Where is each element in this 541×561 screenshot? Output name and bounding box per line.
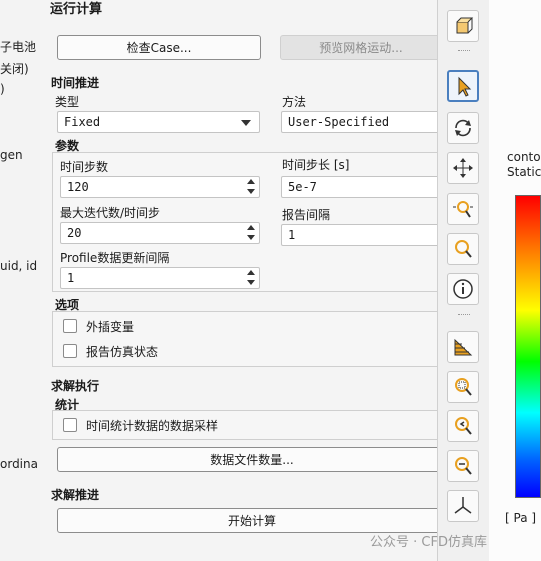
time-step-size-input[interactable]: 5e-7: [281, 176, 437, 198]
tree-fragment[interactable]: gen: [0, 148, 23, 162]
profile-update-interval-label: Profile数据更新间隔: [60, 251, 170, 265]
time-step-size-value: 5e-7: [288, 180, 317, 194]
cube-view-icon: [456, 17, 474, 34]
view-cube-button[interactable]: [447, 10, 479, 42]
method-value: User-Specified: [288, 115, 390, 129]
colorbar-unit-label: [ Pa ]: [505, 511, 537, 525]
select-pointer-button[interactable]: [447, 70, 479, 102]
report-interval-value: 1: [288, 228, 296, 242]
panel-title: 运行计算: [50, 2, 103, 17]
spinner-arrows-icon[interactable]: [245, 224, 257, 242]
preview-mesh-motion-button[interactable]: 预览网格运动...: [280, 35, 437, 60]
method-dropdown[interactable]: User-Specified: [281, 111, 437, 133]
zoom-out-button[interactable]: [447, 450, 479, 482]
pointer-arrow-icon: [458, 76, 472, 97]
calculate-button[interactable]: 开始计算: [57, 508, 437, 533]
run-calculation-panel: 运行计算 检查Case... 预览网格运动... 时间推进 类型 Fixed 方…: [40, 0, 437, 561]
report-simulation-status-label: 报告仿真状态: [86, 345, 159, 359]
data-sampling-checkbox[interactable]: [63, 418, 77, 432]
data-file-quantities-button[interactable]: 数据文件数量...: [57, 447, 437, 472]
data-sampling-label: 时间统计数据的数据采样: [86, 419, 219, 433]
zoom-box-icon: [455, 378, 472, 396]
tree-fragment[interactable]: 关闭): [0, 60, 29, 77]
axes-icon: [454, 497, 472, 514]
zoom-out-icon: [455, 457, 472, 475]
contour-variable: Static: [507, 165, 541, 179]
tree-fragment[interactable]: uid, id: [0, 259, 37, 273]
zoom-back-icon: [455, 417, 472, 435]
report-simulation-status-checkbox[interactable]: [63, 344, 77, 358]
fit-window-icon: [454, 338, 473, 356]
tree-fragment[interactable]: 子电池: [0, 38, 36, 55]
tree-fragment[interactable]: ordina: [0, 457, 38, 471]
report-interval-label: 报告间隔: [282, 208, 331, 222]
chevron-down-icon: [241, 120, 251, 126]
profile-update-interval-input[interactable]: 1: [60, 267, 260, 289]
time-steps-value: 120: [67, 180, 89, 194]
rotate-view-button[interactable]: [447, 112, 479, 144]
check-case-button[interactable]: 检查Case...: [57, 35, 261, 60]
tree-fragment[interactable]: ): [0, 82, 5, 96]
contour-title: conto: [507, 150, 541, 164]
graphics-viewport[interactable]: conto Static [ Pa ]: [489, 0, 541, 561]
spinner-arrows-icon[interactable]: [245, 178, 257, 196]
time-step-size-label: 时间步长 [s]: [282, 158, 350, 172]
time-steps-label: 时间步数: [60, 160, 109, 174]
toolbar-divider: [458, 314, 470, 318]
profile-update-interval-value: 1: [67, 271, 75, 285]
time-steps-input[interactable]: 120: [60, 176, 260, 198]
color-legend-bar: [515, 195, 541, 498]
outline-tree-panel: 子电池 关闭) ) gen uid, id ordina: [0, 0, 41, 561]
toolbar-divider: [458, 50, 470, 54]
watermark-text: 公众号 · CFD仿真库: [370, 535, 487, 550]
method-label: 方法: [282, 95, 307, 109]
solution-processing-section-label: 求解执行: [51, 379, 100, 393]
max-iterations-value: 20: [67, 226, 82, 240]
zoom-in-out-button[interactable]: [447, 193, 479, 225]
spinner-arrows-icon[interactable]: [245, 269, 257, 287]
zoom-box-button[interactable]: [447, 371, 479, 403]
extrapolate-variables-checkbox[interactable]: [63, 319, 77, 333]
zoom-icon: [453, 201, 473, 218]
move-arrows-icon: [453, 158, 473, 178]
rotate-icon: [455, 119, 471, 137]
axes-orientation-button[interactable]: [447, 490, 479, 522]
probe-info-button[interactable]: [447, 273, 479, 305]
previous-view-button[interactable]: [447, 410, 479, 442]
type-value: Fixed: [64, 115, 101, 129]
type-label: 类型: [55, 95, 80, 109]
info-icon: [453, 279, 473, 299]
graphics-toolbar: [437, 0, 490, 561]
max-iterations-input[interactable]: 20: [60, 222, 260, 244]
type-dropdown[interactable]: Fixed: [57, 111, 260, 133]
zoom-to-area-button[interactable]: [447, 233, 479, 265]
fit-to-window-button[interactable]: [447, 331, 479, 363]
report-interval-input[interactable]: 1: [281, 224, 437, 246]
max-iterations-label: 最大迭代数/时间步: [60, 206, 161, 220]
magnifier-icon: [455, 240, 472, 258]
solution-advancement-section-label: 求解推进: [51, 488, 100, 502]
extrapolate-variables-label: 外插变量: [86, 320, 135, 334]
pan-view-button[interactable]: [447, 152, 479, 184]
time-advancement-section-label: 时间推进: [51, 76, 100, 90]
